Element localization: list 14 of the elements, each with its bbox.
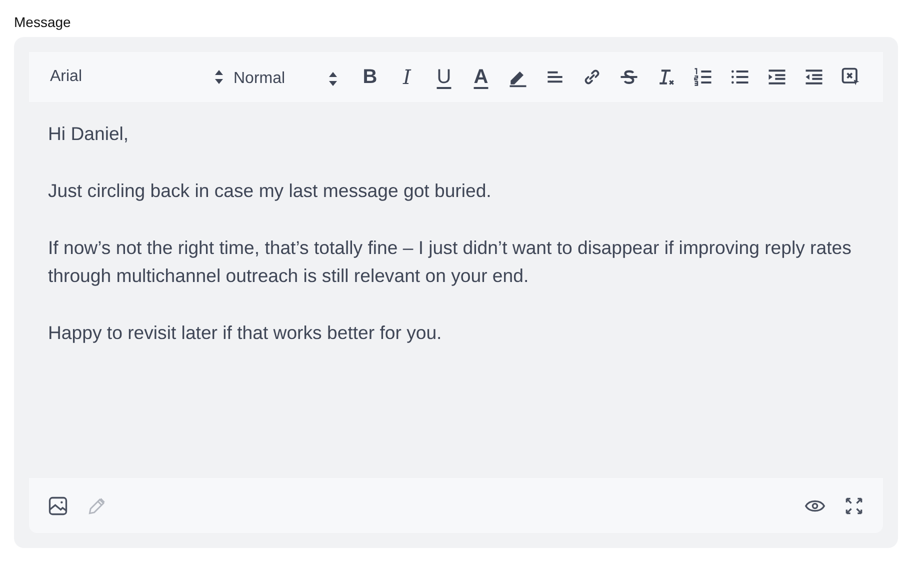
numbered-list-icon <box>692 66 714 88</box>
paragraph: Hi Daniel, <box>48 122 130 146</box>
italic-button[interactable]: I <box>391 63 423 91</box>
sort-icon <box>214 69 224 85</box>
text-color-button[interactable]: A <box>465 63 497 91</box>
underline-button[interactable]: U <box>428 63 460 91</box>
sort-icon <box>328 71 338 87</box>
paragraph: Happy to revisit later if that works better for you. <box>48 321 443 345</box>
font-select[interactable]: Arial <box>50 65 234 89</box>
paragraph: If now’s not the right time, that’s totally fine – I just didn’t want to disappear if improving reply rates through multichannel outreach is still relevant on your end. <box>48 236 852 288</box>
bold-button[interactable]: B <box>354 63 386 91</box>
field-label: Message <box>14 13 72 32</box>
paragraph: Just circling back in case my last message got buried. <box>48 179 492 203</box>
size-select[interactable]: Normal <box>234 63 348 91</box>
